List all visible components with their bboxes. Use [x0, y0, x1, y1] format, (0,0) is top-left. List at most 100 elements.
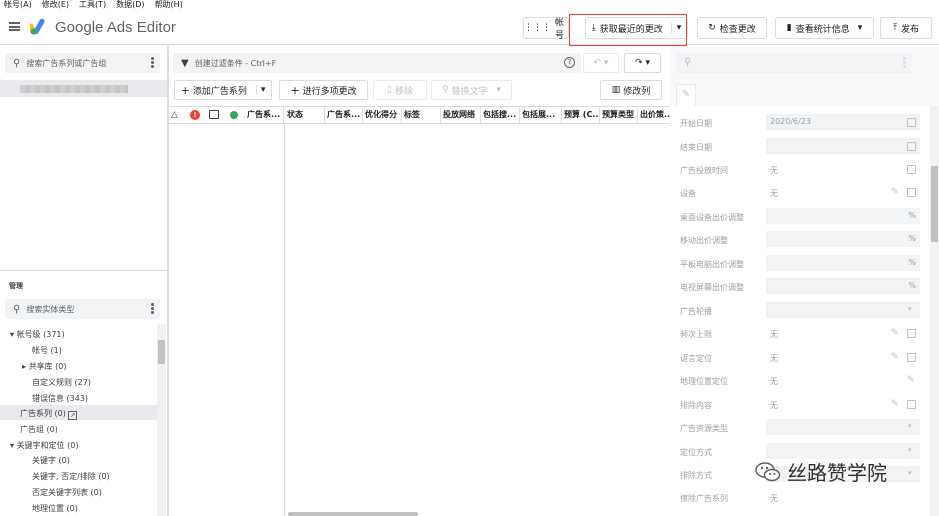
menu-tools[interactable]: 工具(T)	[79, 0, 106, 11]
chevron-down-icon[interactable]: ▾	[255, 85, 265, 95]
filter-input[interactable]: ▼ 创建过滤条件 - Ctrl+F ?	[173, 53, 581, 73]
edit-tab-pencil-icon[interactable]: ✎	[676, 84, 696, 106]
end-date-label: 结束日期	[680, 143, 712, 152]
column-header-campaign-type[interactable]: 广告系...	[325, 107, 363, 123]
tree-item-keywords-targeting[interactable]: ▾ 关键字和定位 (0)	[10, 440, 78, 451]
edit-list-icon[interactable]	[907, 188, 916, 197]
make-multiple-changes-button[interactable]: + 进行多项更改	[279, 80, 368, 100]
hamburger-menu-icon[interactable]	[9, 22, 20, 31]
frequency-cap-label: 频次上限	[680, 330, 712, 339]
campaign-search-input[interactable]: ⚲ 搜索广告系列或广告组	[5, 53, 160, 73]
warning-triangle-icon[interactable]: △	[171, 110, 178, 120]
expand-arrow-icon[interactable]: ▸	[22, 362, 26, 371]
tree-scrollbar-track[interactable]	[157, 324, 166, 516]
chevron-down-icon: ▾	[645, 58, 651, 68]
pencil-icon[interactable]: ✎	[891, 188, 900, 197]
add-campaign-button[interactable]: + 添加广告系列 ▾	[174, 80, 272, 100]
tree-item-campaigns[interactable]: 广告系列 (0) ↗	[20, 408, 78, 420]
tree-item-ad-groups[interactable]: 广告组 (0)	[20, 424, 58, 435]
pencil-icon[interactable]: ✎	[891, 329, 900, 338]
language-targeting-label: 语言定位	[680, 354, 712, 363]
search-icon: ⚲	[13, 57, 21, 69]
open-in-new-icon[interactable]: ↗	[68, 411, 78, 420]
edit-list-icon[interactable]	[907, 353, 916, 362]
tree-item-shared-library[interactable]: ▸ 共享库 (0)	[22, 361, 66, 372]
end-date-field[interactable]	[766, 138, 920, 154]
edit-list-icon[interactable]	[907, 400, 916, 409]
view-stats-button[interactable]: ▮ 查看统计信息 ▾	[775, 17, 874, 39]
ad-rotation-select[interactable]	[766, 302, 920, 318]
column-header-optimization-score[interactable]: 优化得分	[363, 107, 402, 123]
mobile-bid-adj-field[interactable]: %	[766, 231, 920, 247]
devices-label: 设备	[680, 189, 696, 198]
pencil-icon[interactable]: ✎	[907, 376, 916, 385]
selected-account-row[interactable]	[0, 80, 167, 97]
tree-item-account-level[interactable]: ▾ 帐号级 (371)	[10, 329, 65, 340]
tree-item-account[interactable]: 帐号 (1)	[32, 345, 62, 356]
view-stats-label: 查看统计信息	[795, 24, 850, 35]
help-icon[interactable]: ?	[564, 57, 575, 68]
tablet-bid-adj-field[interactable]: %	[766, 255, 920, 271]
column-header-networks[interactable]: 投放网络	[441, 107, 481, 123]
tree-item-negative-keywords[interactable]: 关键字, 否定/排除 (0)	[32, 471, 110, 482]
column-header-labels[interactable]: 标签	[402, 107, 441, 123]
edit-list-icon[interactable]	[907, 165, 916, 174]
more-options-icon[interactable]	[151, 303, 154, 314]
start-date-field[interactable]: 2020/6/23	[766, 114, 920, 130]
status-enabled-icon[interactable]	[230, 111, 238, 119]
column-header-bid-strategy[interactable]: 出价策...	[638, 107, 670, 123]
tree-item-errors[interactable]: 错误信息 (343)	[32, 393, 88, 404]
pencil-icon[interactable]: ✎	[891, 400, 900, 409]
tree-item-locations[interactable]: 地理位置 (0)	[32, 503, 78, 514]
tree-item-keywords[interactable]: 关键字 (0)	[32, 455, 70, 466]
column-header-budget[interactable]: 预算 (C...	[562, 107, 600, 123]
more-options-icon[interactable]	[151, 57, 154, 68]
replace-text-button[interactable]: ⚲ 替换文字 ▾	[431, 80, 512, 100]
error-icon[interactable]: !	[190, 110, 200, 120]
filter-icon: ▼	[181, 57, 189, 69]
properties-scrollbar-thumb[interactable]	[931, 166, 938, 242]
expand-arrow-icon[interactable]: ▾	[10, 330, 14, 339]
publish-button[interactable]: ⤒ 发布	[880, 17, 932, 39]
pencil-icon[interactable]: ✎	[891, 353, 900, 362]
calendar-icon[interactable]	[907, 118, 916, 127]
calendar-icon[interactable]	[907, 142, 916, 151]
entity-type-search-input[interactable]: ⚲ 搜索实体类型	[5, 299, 160, 319]
tree-item-custom-rules[interactable]: 自定义规则 (27)	[32, 377, 91, 388]
account-button[interactable]: ⋮⋮⋮ 帐号	[523, 17, 569, 41]
column-header-status[interactable]: 状态	[285, 107, 325, 123]
redo-button[interactable]: ↷ ▾	[624, 53, 661, 73]
tree-scrollbar-thumb[interactable]	[158, 340, 165, 364]
refresh-icon: ↻	[708, 23, 716, 33]
properties-search-input[interactable]: ⚲	[676, 53, 912, 73]
campaign-drafts-value: 无	[770, 494, 778, 503]
campaign-search-placeholder: 搜索广告系列或广告组	[26, 58, 107, 68]
bar-chart-icon: ▮	[786, 23, 792, 33]
menu-account[interactable]: 帐号(A)	[4, 0, 32, 11]
tv-bid-adj-field[interactable]: %	[766, 278, 920, 294]
divider	[0, 270, 167, 271]
menu-data[interactable]: 数据(D)	[116, 0, 144, 11]
tree-item-negative-keyword-lists[interactable]: 否定关键字列表 (0)	[32, 487, 102, 498]
column-header-include-display[interactable]: 包括展...	[520, 107, 562, 123]
column-header-include-search[interactable]: 包括搜...	[481, 107, 520, 123]
tv-bid-adj-label: 电视屏幕出价调整	[680, 283, 744, 292]
menu-edit[interactable]: 修改(E)	[42, 0, 69, 11]
edit-columns-button[interactable]: ▥ 修改列	[600, 80, 662, 100]
column-header-campaign[interactable]: 广告系...	[245, 107, 284, 123]
edit-list-icon[interactable]	[907, 329, 916, 338]
check-changes-button[interactable]: ↻ 检查更改	[697, 17, 767, 39]
expand-arrow-icon[interactable]: ▾	[10, 441, 14, 450]
highlight-frame	[569, 14, 687, 46]
column-header-budget-type[interactable]: 预算类型	[600, 107, 638, 123]
inventory-type-select[interactable]	[766, 419, 920, 435]
desktop-bid-adj-field[interactable]: %	[766, 208, 920, 224]
comment-icon[interactable]	[209, 110, 219, 119]
undo-button[interactable]: ↶ ▾	[583, 53, 619, 73]
redo-icon: ↷	[634, 58, 643, 68]
menu-help[interactable]: 帮助(H)	[155, 0, 183, 11]
properties-scrollbar-track[interactable]	[930, 106, 939, 516]
grid-horizontal-scrollbar-thumb[interactable]	[288, 512, 418, 516]
more-options-icon[interactable]	[903, 57, 906, 68]
remove-button[interactable]: ▯ 移除	[373, 80, 427, 100]
